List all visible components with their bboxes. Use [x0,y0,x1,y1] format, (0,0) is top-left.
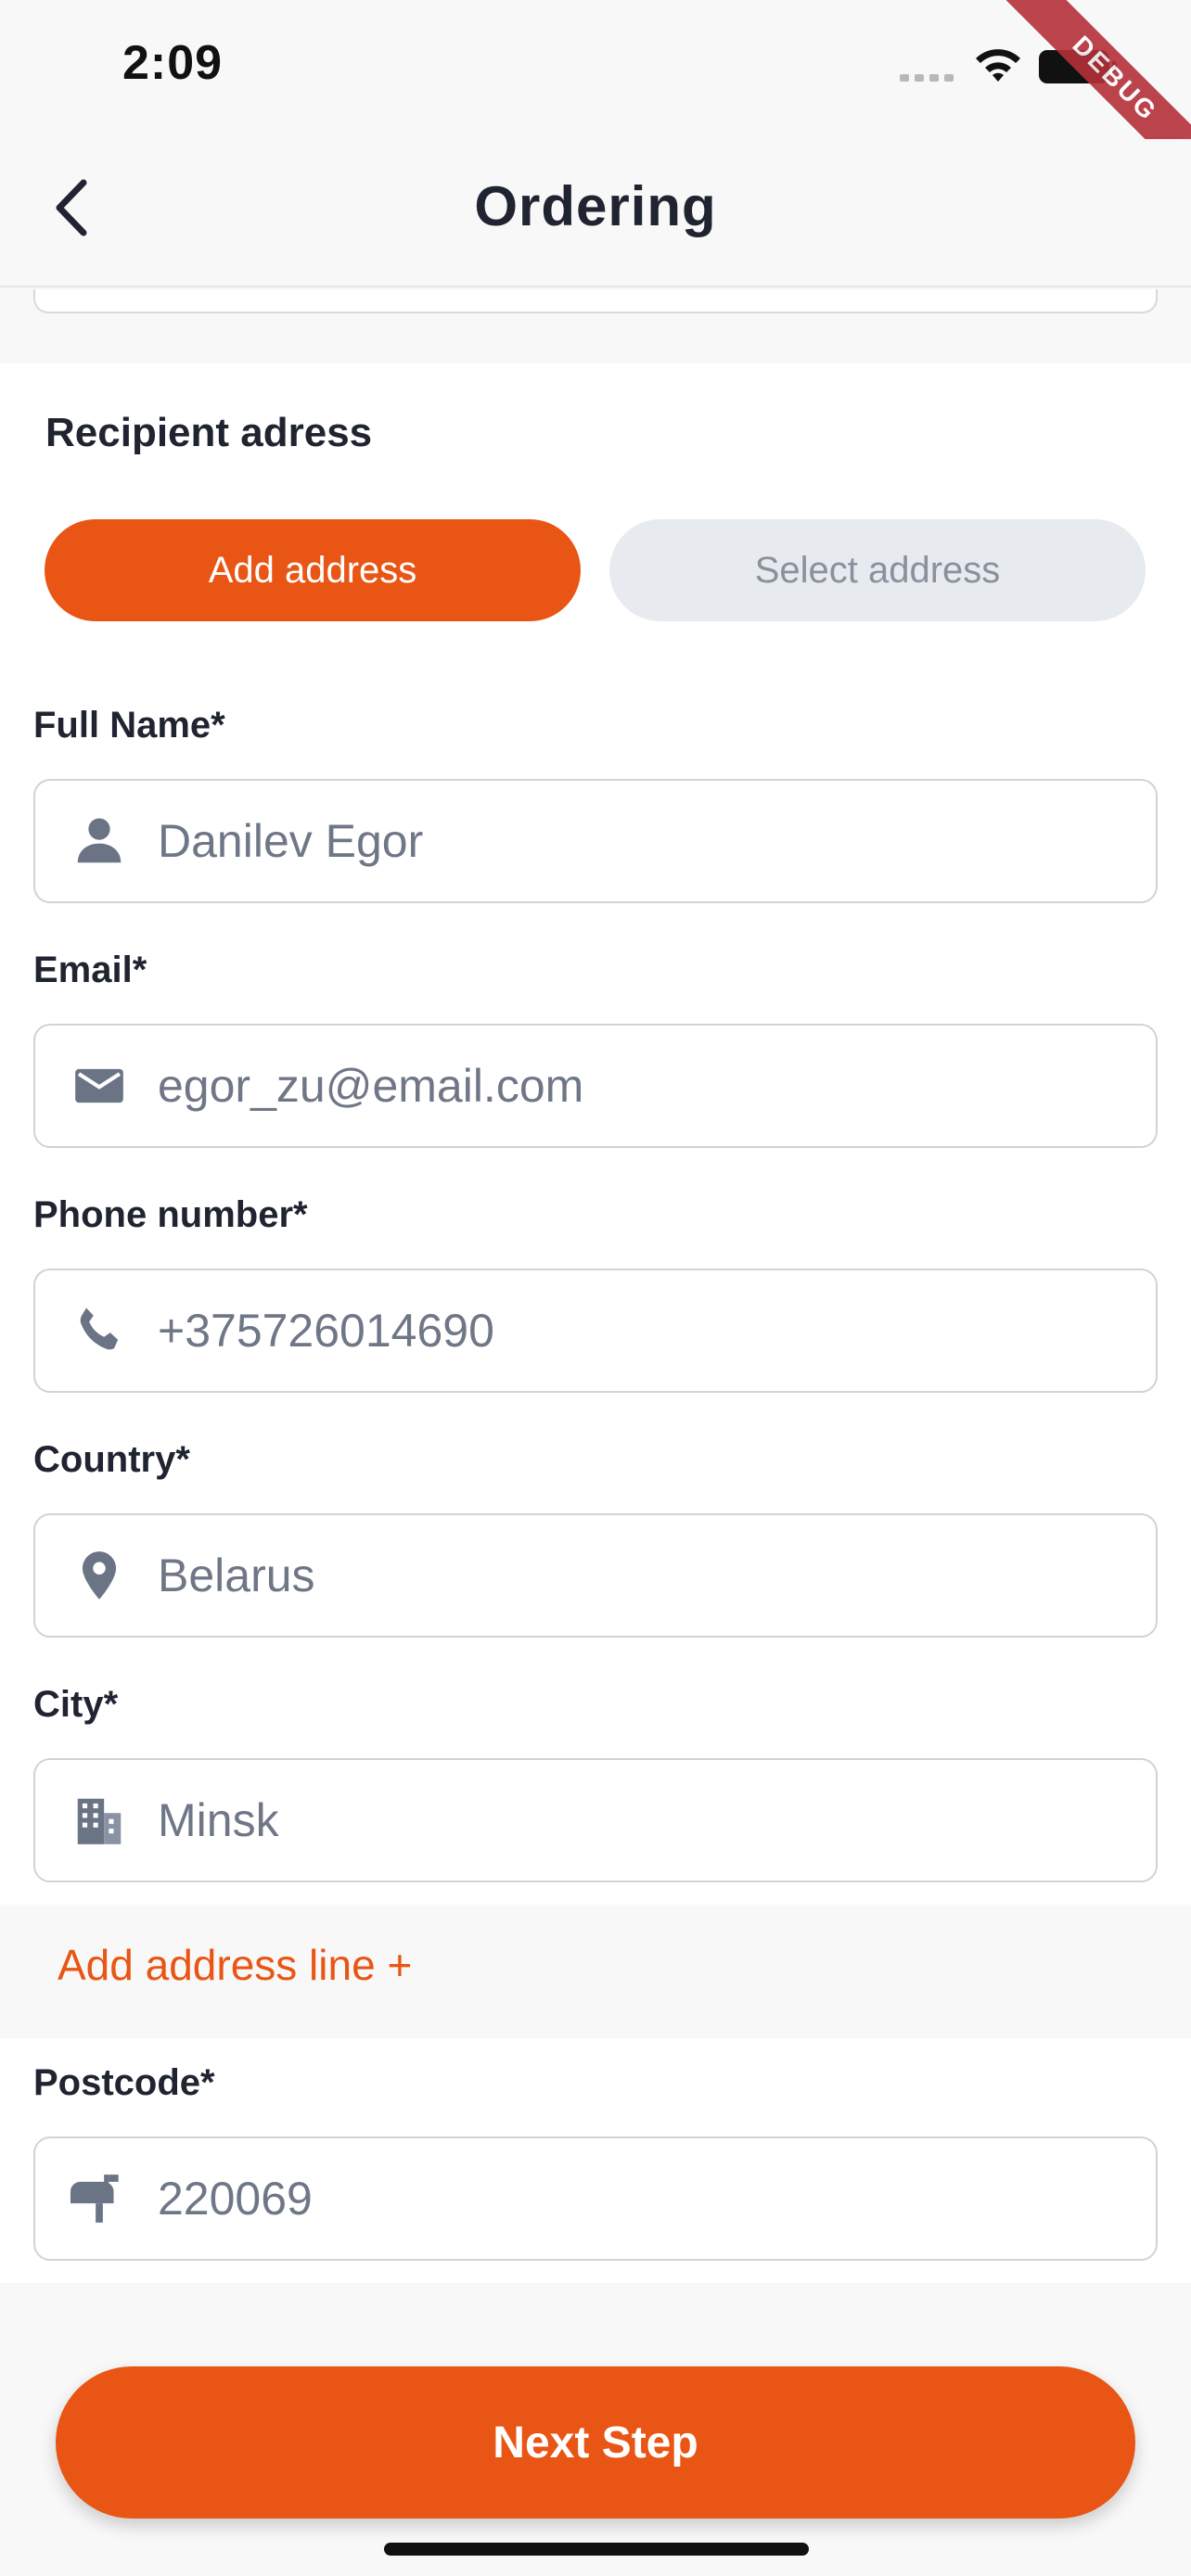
location-pin-icon [69,1545,130,1606]
previous-card-edge [33,289,1158,313]
status-bar: 2:09 [0,0,1191,139]
country-field[interactable]: Belarus [33,1513,1158,1638]
signal-icon [900,74,954,82]
mailbox-icon [69,2168,130,2229]
postcode-field[interactable]: 220069 [33,2136,1158,2261]
app-header: Ordering [0,139,1191,287]
city-label: City* [33,1684,119,1725]
phone-value: +375726014690 [158,1305,494,1357]
mail-icon [69,1055,130,1116]
email-label: Email* [33,950,147,990]
add-address-line-row: Add address line + [0,1905,1191,2038]
country-value: Belarus [158,1549,315,1601]
phone-field[interactable]: +375726014690 [33,1269,1158,1393]
building-icon [69,1790,130,1851]
postcode-value: 220069 [158,2173,313,2225]
postcode-label: Postcode* [33,2062,215,2103]
add-address-line-link[interactable]: Add address line + [58,1940,412,1990]
person-icon [69,810,130,872]
next-step-button[interactable]: Next Step [56,2366,1135,2519]
recipient-address-panel: Recipient adress Add address Select addr… [0,363,1191,2283]
full-name-value: Danilev Egor [158,815,424,867]
phone-label: Phone number* [33,1194,308,1235]
full-name-label: Full Name* [33,705,225,746]
email-value: egor_zu@email.com [158,1060,584,1112]
select-address-button[interactable]: Select address [609,519,1146,621]
status-time: 2:09 [122,36,224,90]
home-indicator [384,2543,809,2556]
full-name-field[interactable]: Danilev Egor [33,779,1158,903]
city-field[interactable]: Minsk [33,1758,1158,1882]
city-value: Minsk [158,1794,279,1846]
wifi-icon [976,49,1020,82]
section-title: Recipient adress [45,410,373,455]
add-address-button[interactable]: Add address [45,519,581,621]
page-title: Ordering [474,175,717,237]
email-field[interactable]: egor_zu@email.com [33,1024,1158,1148]
country-label: Country* [33,1439,190,1480]
phone-icon [69,1300,130,1361]
